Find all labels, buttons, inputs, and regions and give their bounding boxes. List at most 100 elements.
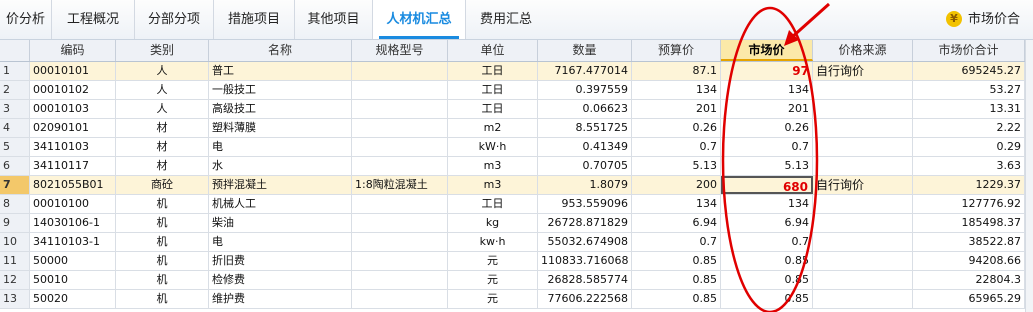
cell-quantity[interactable]: 953.559096 xyxy=(538,195,632,213)
table-row[interactable]: 11 50000 机 折旧费 元 110833.716068 0.85 0.85… xyxy=(0,252,1033,271)
cell-name[interactable]: 高级技工 xyxy=(209,100,352,118)
cell-spec[interactable] xyxy=(352,119,448,137)
cell-name[interactable]: 柴油 xyxy=(209,214,352,232)
cell-budget-price[interactable]: 0.85 xyxy=(632,271,721,289)
cell-spec[interactable] xyxy=(352,81,448,99)
cell-price-source[interactable] xyxy=(813,290,913,308)
cell-budget-price[interactable]: 87.1 xyxy=(632,62,721,80)
cell-price-source[interactable] xyxy=(813,81,913,99)
cell-type[interactable]: 人 xyxy=(116,62,209,80)
cell-price-source[interactable] xyxy=(813,195,913,213)
cell-market-price[interactable]: 0.7 xyxy=(721,138,813,156)
header-budget-price[interactable]: 预算价 xyxy=(632,40,721,61)
cell-price-source[interactable] xyxy=(813,252,913,270)
cell-market-price[interactable]: 0.7 xyxy=(721,233,813,251)
cell-market-price[interactable]: 0.85 xyxy=(721,271,813,289)
cell-name[interactable]: 水 xyxy=(209,157,352,175)
cell-market-price[interactable]: 0.26 xyxy=(721,119,813,137)
cell-market-price[interactable]: 0.85 xyxy=(721,290,813,308)
cell-price-source[interactable]: 自行询价 xyxy=(813,62,913,80)
cell-budget-price[interactable]: 0.26 xyxy=(632,119,721,137)
cell-spec[interactable] xyxy=(352,214,448,232)
cell-unit[interactable]: 元 xyxy=(448,271,538,289)
cell-code[interactable]: 00010103 xyxy=(30,100,116,118)
cell-quantity[interactable]: 0.397559 xyxy=(538,81,632,99)
table-row[interactable]: 1 00010101 人 普工 工日 7167.477014 87.1 97 自… xyxy=(0,62,1033,81)
cell-unit[interactable]: 工日 xyxy=(448,100,538,118)
cell-unit[interactable]: 元 xyxy=(448,252,538,270)
cell-quantity[interactable]: 26728.871829 xyxy=(538,214,632,232)
cell-price-source[interactable] xyxy=(813,119,913,137)
cell-code[interactable]: 50000 xyxy=(30,252,116,270)
cell-spec[interactable]: 1:8陶粒混凝土 xyxy=(352,176,448,194)
cell-name[interactable]: 检修费 xyxy=(209,271,352,289)
header-type[interactable]: 类别 xyxy=(116,40,209,61)
cell-market-price[interactable]: 97 xyxy=(721,62,813,80)
cell-budget-price[interactable]: 134 xyxy=(632,81,721,99)
cell-price-source[interactable]: 自行询价 xyxy=(813,176,913,194)
cell-market-price[interactable]: 0.85 xyxy=(721,252,813,270)
cell-price-source[interactable] xyxy=(813,100,913,118)
cell-budget-price[interactable]: 201 xyxy=(632,100,721,118)
cell-budget-price[interactable]: 0.7 xyxy=(632,138,721,156)
cell-type[interactable]: 材 xyxy=(116,157,209,175)
cell-code[interactable]: 34110117 xyxy=(30,157,116,175)
cell-spec[interactable] xyxy=(352,138,448,156)
cell-type[interactable]: 机 xyxy=(116,195,209,213)
cell-budget-price[interactable]: 134 xyxy=(632,195,721,213)
tab-division-items[interactable]: 分部分项 xyxy=(135,0,214,39)
cell-name[interactable]: 电 xyxy=(209,233,352,251)
table-row[interactable]: 10 34110103-1 机 电 kw·h 55032.674908 0.7 … xyxy=(0,233,1033,252)
cell-code[interactable]: 02090101 xyxy=(30,119,116,137)
vertical-scrollbar[interactable] xyxy=(1025,40,1033,312)
cell-budget-price[interactable]: 0.85 xyxy=(632,252,721,270)
cell-code[interactable]: 00010101 xyxy=(30,62,116,80)
tab-project-overview[interactable]: 工程概况 xyxy=(52,0,135,39)
table-row[interactable]: 8 00010100 机 机械人工 工日 953.559096 134 134 … xyxy=(0,195,1033,214)
cell-quantity[interactable]: 55032.674908 xyxy=(538,233,632,251)
cell-unit[interactable]: kw·h xyxy=(448,233,538,251)
cell-code[interactable]: 00010100 xyxy=(30,195,116,213)
cell-name[interactable]: 机械人工 xyxy=(209,195,352,213)
tab-other-items[interactable]: 其他项目 xyxy=(295,0,373,39)
cell-name[interactable]: 塑料薄膜 xyxy=(209,119,352,137)
cell-type[interactable]: 机 xyxy=(116,214,209,232)
cell-type[interactable]: 机 xyxy=(116,252,209,270)
table-row[interactable]: 2 00010102 人 一般技工 工日 0.397559 134 134 53… xyxy=(0,81,1033,100)
cell-name[interactable]: 一般技工 xyxy=(209,81,352,99)
table-row[interactable]: 4 02090101 材 塑料薄膜 m2 8.551725 0.26 0.26 … xyxy=(0,119,1033,138)
cell-spec[interactable] xyxy=(352,233,448,251)
cell-unit[interactable]: m3 xyxy=(448,176,538,194)
cell-quantity[interactable]: 0.70705 xyxy=(538,157,632,175)
cell-market-price[interactable]: 134 xyxy=(721,195,813,213)
cell-name[interactable]: 电 xyxy=(209,138,352,156)
table-row[interactable]: 13 50020 机 维护费 元 77606.222568 0.85 0.85 … xyxy=(0,290,1033,309)
cell-type[interactable]: 机 xyxy=(116,233,209,251)
cell-market-price[interactable]: 6.94 xyxy=(721,214,813,232)
cell-quantity[interactable]: 77606.222568 xyxy=(538,290,632,308)
cell-budget-price[interactable]: 6.94 xyxy=(632,214,721,232)
cell-unit[interactable]: 工日 xyxy=(448,195,538,213)
cell-quantity[interactable]: 110833.716068 xyxy=(538,252,632,270)
cell-quantity[interactable]: 1.8079 xyxy=(538,176,632,194)
table-row[interactable]: 6 34110117 材 水 m3 0.70705 5.13 5.13 3.63 xyxy=(0,157,1033,176)
cell-code[interactable]: 50010 xyxy=(30,271,116,289)
cell-code[interactable]: 00010102 xyxy=(30,81,116,99)
cell-type[interactable]: 材 xyxy=(116,119,209,137)
cell-unit[interactable]: 工日 xyxy=(448,62,538,80)
cell-type[interactable]: 材 xyxy=(116,138,209,156)
cell-price-source[interactable] xyxy=(813,138,913,156)
cell-unit[interactable]: m3 xyxy=(448,157,538,175)
header-market-price[interactable]: 市场价 xyxy=(721,40,813,61)
table-row[interactable]: 12 50010 机 检修费 元 26828.585774 0.85 0.85 … xyxy=(0,271,1033,290)
cell-type[interactable]: 机 xyxy=(116,290,209,308)
cell-price-source[interactable] xyxy=(813,157,913,175)
cell-type[interactable]: 人 xyxy=(116,100,209,118)
cell-name[interactable]: 预拌混凝土 xyxy=(209,176,352,194)
cell-code[interactable]: 34110103 xyxy=(30,138,116,156)
cell-price-source[interactable] xyxy=(813,233,913,251)
cell-code[interactable]: 34110103-1 xyxy=(30,233,116,251)
cell-name[interactable]: 维护费 xyxy=(209,290,352,308)
header-market-total[interactable]: 市场价合计 xyxy=(913,40,1025,61)
cell-quantity[interactable]: 26828.585774 xyxy=(538,271,632,289)
